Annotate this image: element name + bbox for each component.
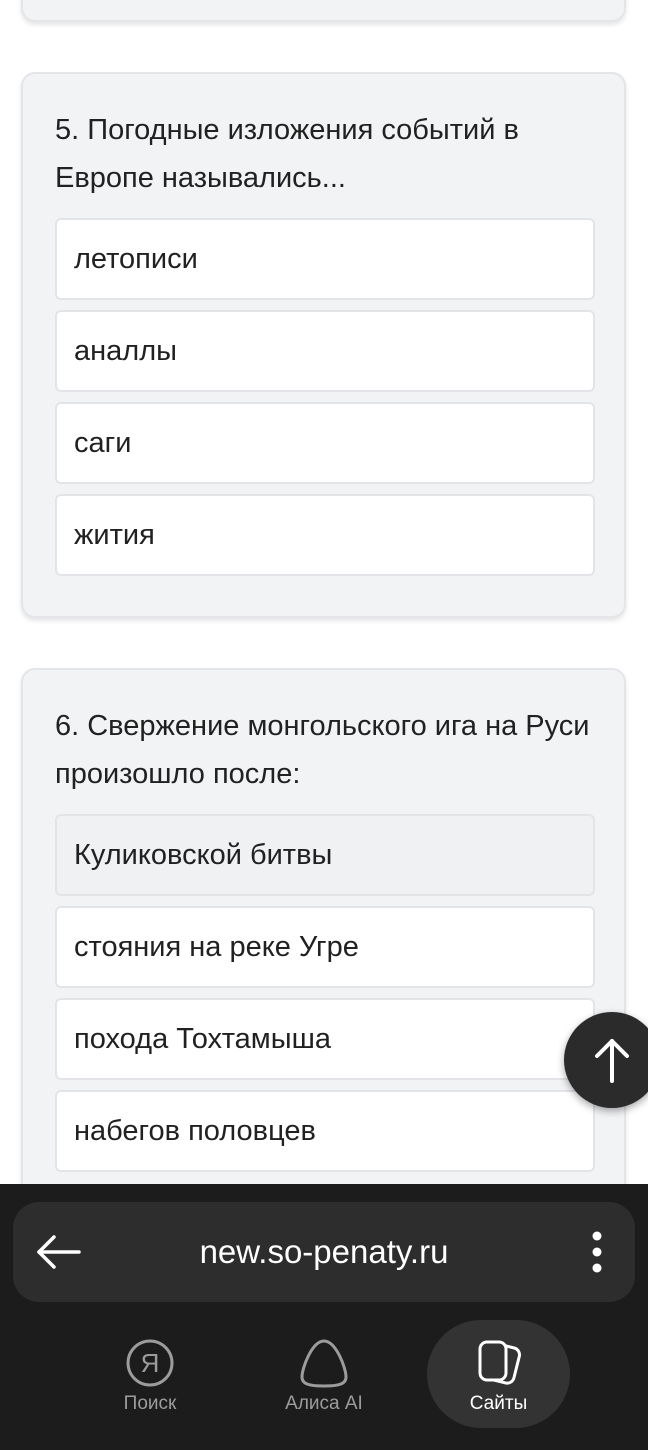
question-card-5: 5. Погодные изложения событий в Европе н… <box>21 72 626 618</box>
nav-search[interactable]: Я Поиск <box>78 1320 222 1428</box>
tabs-icon <box>478 1340 521 1385</box>
answer-option[interactable]: стояния на реке Угре <box>55 906 595 988</box>
svg-text:Я: Я <box>141 1348 160 1378</box>
nav-sites[interactable]: Сайты <box>427 1320 570 1428</box>
yandex-search-icon: Я <box>126 1339 174 1387</box>
alice-icon <box>300 1339 348 1388</box>
answer-option-selected[interactable]: Куликовской битвы <box>55 814 595 896</box>
answer-option[interactable]: аналлы <box>55 310 595 392</box>
nav-alice-label: Алиса AI <box>285 1393 363 1414</box>
question-text: 5. Погодные изложения событий в Европе н… <box>55 114 519 194</box>
address-bar[interactable]: new.so-penaty.ru <box>13 1202 635 1302</box>
answer-option[interactable]: набегов половцев <box>55 1090 595 1172</box>
answer-option[interactable]: жития <box>55 494 595 576</box>
nav-alice[interactable]: Алиса AI <box>252 1320 396 1428</box>
previous-question-card <box>21 0 626 22</box>
answer-option[interactable]: летописи <box>55 218 595 300</box>
nav-sites-label: Сайты <box>469 1393 528 1414</box>
question-card-6: 6. Свержение монгольского ига на Руси пр… <box>21 668 626 1228</box>
more-vertical-icon <box>592 1231 602 1273</box>
arrow-left-icon <box>37 1235 81 1269</box>
url-text[interactable]: new.so-penaty.ru <box>103 1202 545 1302</box>
answer-option[interactable]: саги <box>55 402 595 484</box>
arrow-up-icon <box>595 1039 629 1083</box>
browser-menu-button[interactable] <box>587 1227 607 1277</box>
question-text: 6. Свержение монгольского ига на Руси пр… <box>55 710 590 790</box>
nav-search-label: Поиск <box>123 1393 177 1414</box>
back-button[interactable] <box>33 1227 83 1277</box>
answer-option[interactable]: похода Тохтамыша <box>55 998 595 1080</box>
browser-bottom-bar: new.so-penaty.ru Я Поиск Алиса AI Сайты <box>0 1184 648 1450</box>
